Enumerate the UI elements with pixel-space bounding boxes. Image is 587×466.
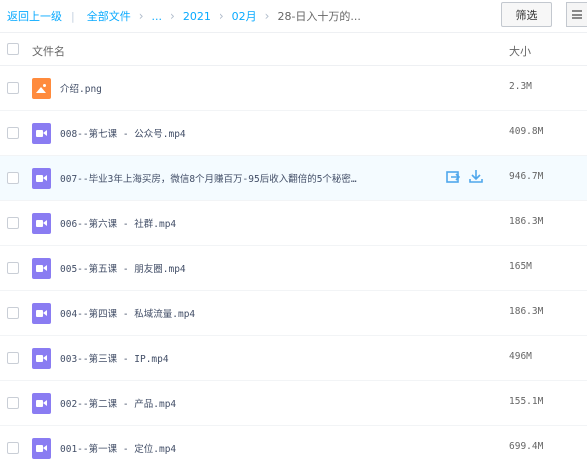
row-checkbox[interactable] — [7, 127, 19, 139]
file-name[interactable]: 007--毕业3年上海买房，微信8个月赚百万-95后收入翻倍的5个秘密… — [60, 171, 395, 185]
file-row[interactable]: 002--第二课 - 产品.mp4 155.1M — [0, 381, 587, 426]
file-row[interactable]: 004--第四课 - 私域流量.mp4 186.3M — [0, 291, 587, 336]
back-link[interactable]: 返回上一级 — [7, 8, 62, 24]
video-file-icon — [32, 348, 51, 369]
file-name[interactable]: 001--第一课 - 定位.mp4 — [60, 441, 395, 455]
chevron-right-icon: › — [264, 9, 270, 23]
row-checkbox[interactable] — [7, 307, 19, 319]
video-file-icon — [32, 123, 51, 144]
video-file-icon — [32, 213, 51, 234]
row-checkbox[interactable] — [7, 352, 19, 364]
file-size: 165M — [509, 261, 532, 272]
file-size: 496M — [509, 351, 532, 362]
file-row[interactable]: 001--第一课 - 定位.mp4 699.4M — [0, 426, 587, 466]
breadcrumb-ellipsis[interactable]: ... — [152, 10, 163, 23]
breadcrumb-year[interactable]: 2021 — [183, 10, 211, 23]
row-checkbox[interactable] — [7, 397, 19, 409]
breadcrumb: 返回上一级 | 全部文件 › ... › 2021 › 02月 › 28-日入十… — [7, 8, 361, 24]
file-row[interactable]: 006--第六课 - 社群.mp4 186.3M — [0, 201, 587, 246]
video-file-icon — [32, 393, 51, 414]
file-name[interactable]: 008--第七课 - 公众号.mp4 — [60, 126, 395, 140]
column-header-name[interactable]: 文件名 — [32, 43, 65, 59]
file-row[interactable]: 介绍.png 2.3M — [0, 66, 587, 111]
file-name[interactable]: 005--第五课 - 朋友圈.mp4 — [60, 261, 395, 275]
row-checkbox[interactable] — [7, 262, 19, 274]
video-file-icon — [32, 258, 51, 279]
file-size: 155.1M — [509, 396, 544, 407]
file-row[interactable]: 007--毕业3年上海买房，微信8个月赚百万-95后收入翻倍的5个秘密… 946… — [0, 156, 587, 201]
file-row[interactable]: 008--第七课 - 公众号.mp4 409.8M — [0, 111, 587, 156]
video-file-icon — [32, 303, 51, 324]
list-menu-icon[interactable] — [566, 2, 587, 27]
breadcrumb-current: 28-日入十万的... — [277, 10, 361, 23]
file-size: 699.4M — [509, 441, 544, 452]
row-checkbox[interactable] — [7, 172, 19, 184]
breadcrumb-all-files[interactable]: 全部文件 — [87, 8, 131, 24]
row-checkbox[interactable] — [7, 82, 19, 94]
row-checkbox[interactable] — [7, 217, 19, 229]
row-checkbox[interactable] — [7, 442, 19, 454]
chevron-right-icon: › — [138, 9, 144, 23]
select-all-checkbox[interactable] — [7, 43, 19, 55]
file-name[interactable]: 004--第四课 - 私域流量.mp4 — [60, 306, 395, 320]
file-size: 409.8M — [509, 126, 544, 137]
share-icon[interactable] — [446, 170, 460, 184]
video-file-icon — [32, 168, 51, 189]
file-name[interactable]: 003--第三课 - IP.mp4 — [60, 351, 395, 365]
breadcrumb-divider: | — [71, 9, 75, 23]
file-row[interactable]: 003--第三课 - IP.mp4 496M — [0, 336, 587, 381]
file-list: 介绍.png 2.3M 008--第七课 - 公众号.mp4 409.8M 00… — [0, 66, 587, 466]
file-name[interactable]: 002--第二课 - 产品.mp4 — [60, 396, 395, 410]
top-bar: 返回上一级 | 全部文件 › ... › 2021 › 02月 › 28-日入十… — [0, 0, 587, 32]
file-name[interactable]: 介绍.png — [60, 81, 395, 95]
file-row[interactable]: 005--第五课 - 朋友圈.mp4 165M — [0, 246, 587, 291]
filter-button[interactable]: 筛选 — [501, 2, 552, 27]
file-name[interactable]: 006--第六课 - 社群.mp4 — [60, 216, 395, 230]
video-file-icon — [32, 438, 51, 459]
file-size: 186.3M — [509, 216, 544, 227]
download-icon[interactable] — [469, 169, 483, 184]
breadcrumb-month[interactable]: 02月 — [232, 8, 257, 24]
file-size: 946.7M — [509, 171, 544, 182]
file-size: 186.3M — [509, 306, 544, 317]
chevron-right-icon: › — [218, 9, 224, 23]
image-file-icon — [32, 78, 51, 99]
file-size: 2.3M — [509, 81, 532, 92]
column-header-size[interactable]: 大小 — [509, 43, 531, 59]
chevron-right-icon: › — [170, 9, 175, 23]
file-list-header: 文件名 大小 — [0, 32, 587, 66]
